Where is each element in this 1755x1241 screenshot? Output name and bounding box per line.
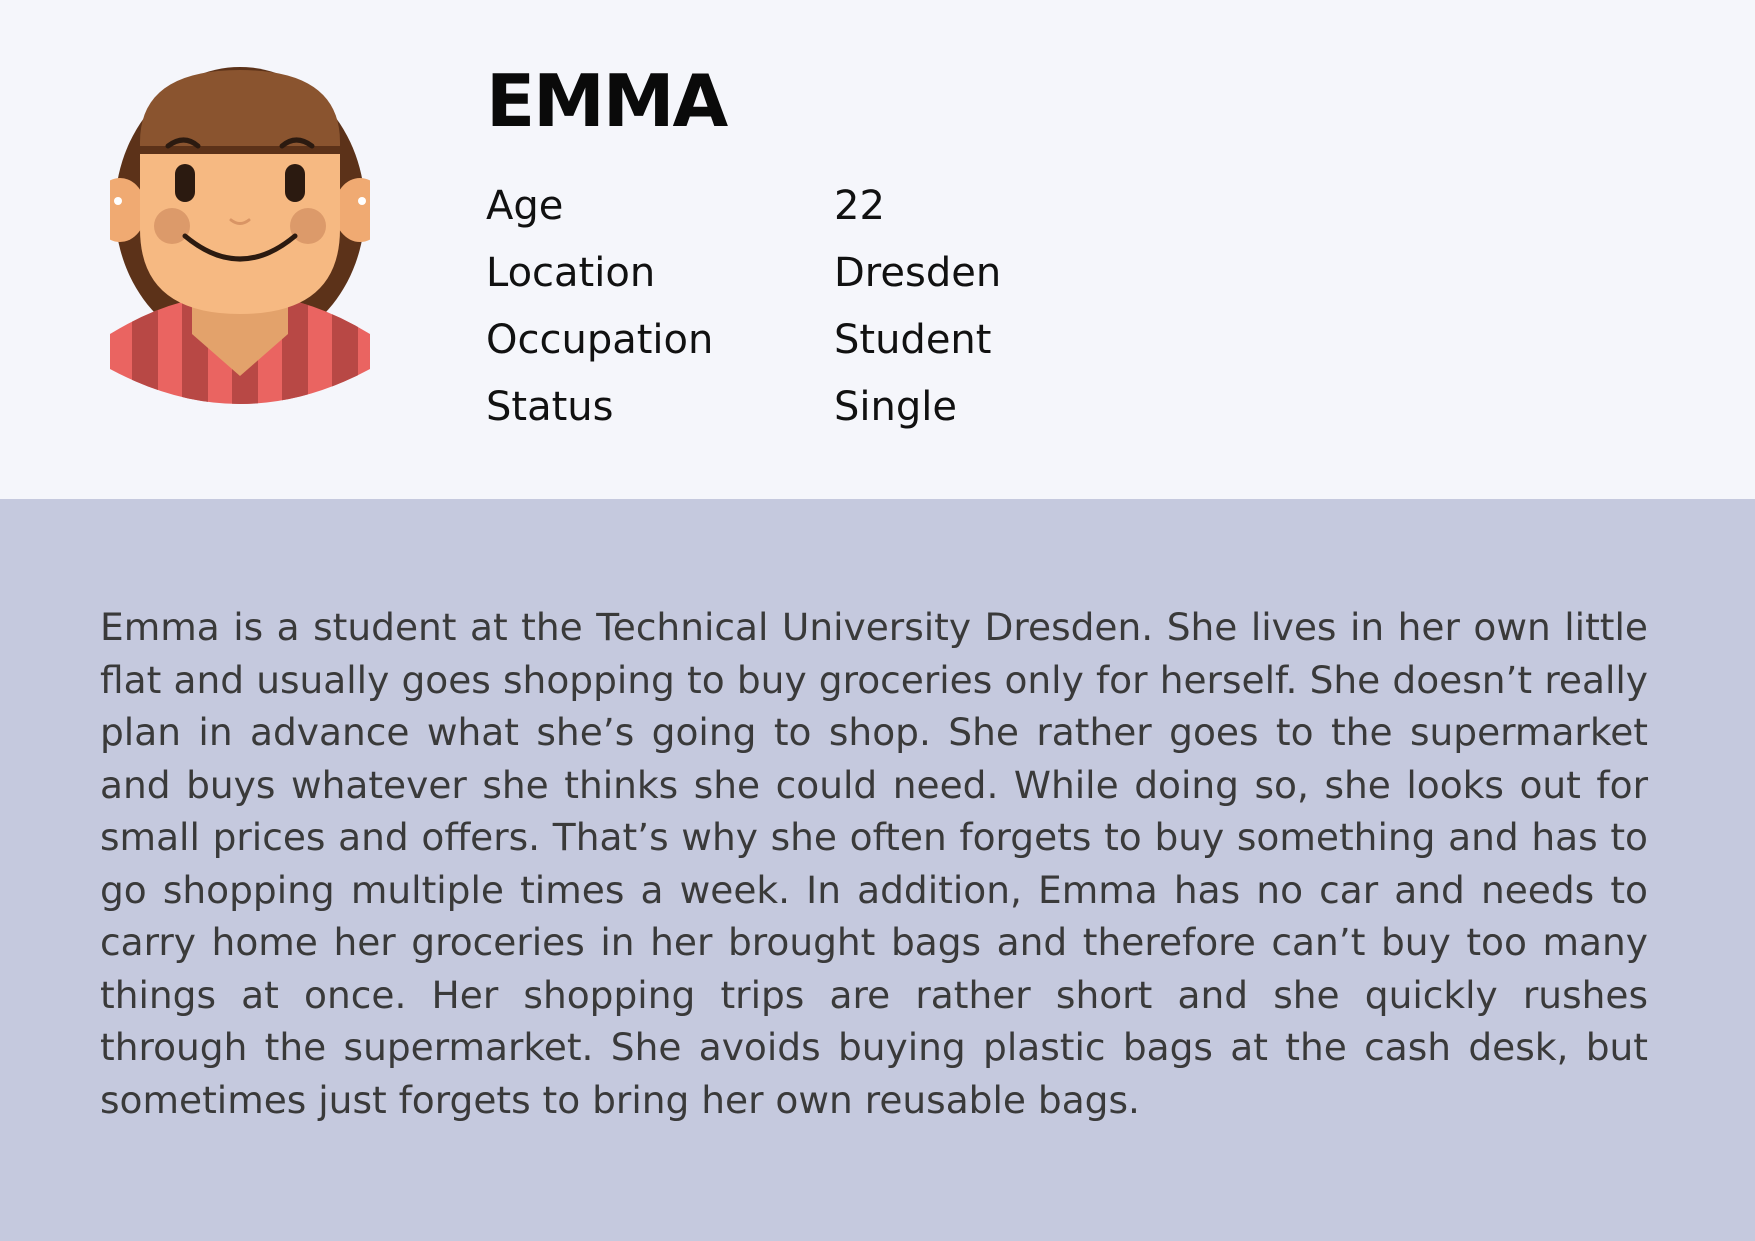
persona-name: EMMA	[486, 59, 728, 143]
persona-header: EMMA Age 22 Location Dresden Occupation …	[0, 0, 1755, 499]
fact-value: Student	[834, 316, 992, 363]
fact-label: Status	[486, 383, 614, 430]
fact-row-status: Status Single	[486, 373, 1186, 440]
fact-row-occupation: Occupation Student	[486, 306, 1186, 373]
fact-value: Single	[834, 383, 957, 430]
persona-facts: Age 22 Location Dresden Occupation Stude…	[486, 172, 1186, 440]
fact-row-location: Location Dresden	[486, 239, 1186, 306]
fact-value: 22	[834, 182, 885, 229]
fact-value: Dresden	[834, 249, 1002, 296]
persona-card: EMMA Age 22 Location Dresden Occupation …	[0, 0, 1755, 1241]
fact-label: Age	[486, 182, 564, 229]
fact-row-age: Age 22	[486, 172, 1186, 239]
fact-label: Location	[486, 249, 656, 296]
persona-description-panel: Emma is a student at the Technical Unive…	[0, 499, 1755, 1241]
fact-label: Occupation	[486, 316, 714, 363]
woman-avatar-icon	[110, 67, 370, 404]
persona-bio: Emma is a student at the Technical Unive…	[100, 605, 1648, 1122]
